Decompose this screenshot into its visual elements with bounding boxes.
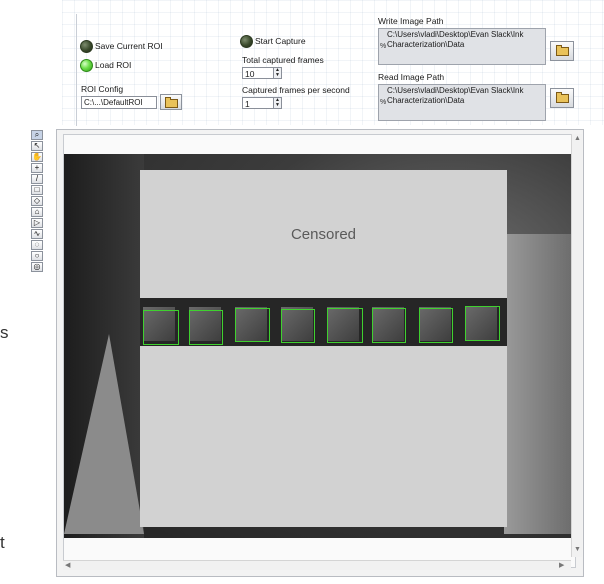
read-path-line1: C:\Users\vladi\Desktop\Evan Slack\Ink <box>387 86 524 95</box>
stepper-down-icon: ▼ <box>275 72 280 78</box>
write-path-line1: C:\Users\vladi\Desktop\Evan Slack\Ink <box>387 30 524 39</box>
panel-divider <box>76 14 77 126</box>
rectangle-icon[interactable]: □ <box>31 185 43 195</box>
scroll-down-icon[interactable]: ▼ <box>574 546 581 553</box>
zoom-icon[interactable]: ⌕ <box>31 130 43 140</box>
tool-palette: ⌕ ↖ ✋ + / □ ◇ ⌂ ▷ ∿ ◌ ○ ◎ <box>31 130 45 273</box>
folder-icon <box>556 92 569 103</box>
image-object <box>504 234 575 534</box>
freehand-closed-icon[interactable]: ◌ <box>31 240 43 250</box>
scroll-left-icon[interactable]: ◀ <box>65 561 70 569</box>
total-frames-label: Total captured frames <box>242 55 324 65</box>
load-roi-label: Load ROI <box>95 60 132 70</box>
total-frames-stepper[interactable]: ▲ ▼ <box>273 67 282 79</box>
folder-icon <box>165 97 178 108</box>
roi-config-label: ROI Config <box>81 84 124 94</box>
rotated-rect-icon[interactable]: ◇ <box>31 196 43 206</box>
censor-label: Censored <box>290 225 357 243</box>
roi-rectangle[interactable] <box>189 310 223 345</box>
roi-rectangle[interactable] <box>281 309 315 343</box>
write-path-line2: Characterization\Data <box>387 40 465 49</box>
pointer-icon[interactable]: ↖ <box>31 141 43 151</box>
read-path-input[interactable]: C:\Users\vladi\Desktop\Evan Slack\Ink Ch… <box>378 84 546 121</box>
read-path-label: Read Image Path <box>378 72 445 82</box>
stepper-down-icon: ▼ <box>275 102 280 108</box>
scroll-right-icon[interactable]: ▶ <box>559 561 564 569</box>
start-capture-led-button[interactable] <box>240 35 253 48</box>
roi-rectangle[interactable] <box>143 310 179 345</box>
save-roi-label: Save Current ROI <box>95 41 163 51</box>
roi-config-browse-button[interactable] <box>160 94 182 110</box>
scroll-up-icon[interactable]: ▲ <box>574 135 581 142</box>
oval-icon[interactable]: ○ <box>31 251 43 261</box>
cropped-edge-text: t <box>0 533 5 552</box>
read-path-line2: Characterization\Data <box>387 96 465 105</box>
censor-block-bottom <box>140 346 507 527</box>
vertical-scrollbar[interactable]: ▲ ▼ <box>571 134 582 557</box>
fps-input[interactable]: 1 <box>242 97 274 109</box>
roi-rectangle[interactable] <box>327 308 363 343</box>
total-frames-input[interactable]: 10 <box>242 67 274 79</box>
path-type-tag: % <box>380 43 387 50</box>
roi-rectangle[interactable] <box>465 306 500 341</box>
cropped-edge-text: s <box>0 323 9 342</box>
fps-label: Captured frames per second <box>242 85 350 95</box>
save-roi-led-button[interactable] <box>80 40 93 53</box>
read-path-browse-button[interactable] <box>550 88 574 108</box>
roi-rectangle[interactable] <box>235 308 270 342</box>
point-icon[interactable]: + <box>31 163 43 173</box>
image-object <box>64 334 144 534</box>
censor-block-top: Censored <box>140 170 507 298</box>
write-path-input[interactable]: C:\Users\vladi\Desktop\Evan Slack\Ink Ch… <box>378 28 546 65</box>
freehand-icon[interactable]: ∿ <box>31 229 43 239</box>
roi-rectangle[interactable] <box>419 308 453 343</box>
annulus-icon[interactable]: ⌂ <box>31 207 43 217</box>
annulus-ring-icon[interactable]: ◎ <box>31 262 43 272</box>
fps-stepper[interactable]: ▲ ▼ <box>273 97 282 109</box>
write-path-browse-button[interactable] <box>550 41 574 61</box>
write-path-label: Write Image Path <box>378 16 444 26</box>
pan-icon[interactable]: ✋ <box>31 152 43 162</box>
folder-icon <box>556 45 569 56</box>
horizontal-scrollbar[interactable]: ◀ ▶ <box>63 560 571 570</box>
polygon-icon[interactable]: ▷ <box>31 218 43 228</box>
load-roi-led-button[interactable] <box>80 59 93 72</box>
start-capture-label: Start Capture <box>255 36 306 46</box>
roi-rectangle[interactable] <box>372 308 406 343</box>
roi-config-path-input[interactable]: C:\...\DefaultROI <box>81 96 157 109</box>
path-type-tag: % <box>380 99 387 106</box>
line-icon[interactable]: / <box>31 174 43 184</box>
